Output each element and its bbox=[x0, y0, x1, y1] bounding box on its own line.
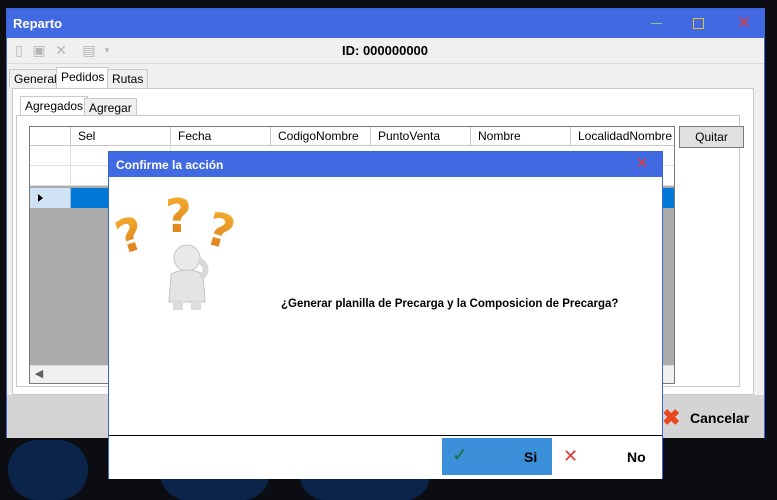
scroll-left-arrow-icon[interactable]: ◀ bbox=[32, 368, 46, 380]
check-icon: ✓ bbox=[452, 445, 468, 466]
toolbar: ▯ ▣ ✕ ▤ ▾ ID: 000000000 bbox=[7, 38, 764, 64]
column-header-codigonombre[interactable]: CodigoNombre bbox=[271, 127, 371, 146]
edit-document-icon[interactable]: ▣ bbox=[31, 42, 47, 58]
print-icon[interactable]: ▤ bbox=[81, 42, 97, 58]
cancelar-label: Cancelar bbox=[690, 410, 750, 426]
dialog-message: ¿Generar planilla de Precarga y la Compo… bbox=[281, 298, 619, 310]
dialog-title: Confirme la acción bbox=[116, 158, 224, 172]
yes-label: Si bbox=[524, 449, 538, 465]
no-button[interactable]: ✕ No bbox=[560, 438, 650, 475]
column-header-fecha[interactable]: Fecha bbox=[171, 127, 271, 146]
tab-label: General bbox=[14, 72, 57, 86]
window-title: Reparto bbox=[13, 16, 63, 31]
row-header[interactable] bbox=[30, 166, 71, 186]
tab-pedidos[interactable]: Pedidos bbox=[56, 67, 110, 88]
yes-button[interactable]: ✓ Si bbox=[442, 438, 552, 475]
cross-icon: ✕ bbox=[563, 446, 579, 466]
cancel-x-icon: ✖ bbox=[662, 405, 681, 430]
grid-header: Sel Fecha CodigoNombre PuntoVenta Nombre… bbox=[30, 127, 674, 146]
maximize-button[interactable] bbox=[688, 13, 708, 33]
tab-rutas[interactable]: Rutas bbox=[107, 69, 149, 88]
dialog-titlebar: Confirme la acción ✕ bbox=[109, 152, 662, 177]
record-id-label: ID: 000000000 bbox=[342, 43, 429, 58]
confirm-dialog: Confirme la acción ✕ ? ? ? ¿Generar plan… bbox=[108, 151, 663, 479]
svg-text:?: ? bbox=[200, 201, 241, 260]
delete-icon[interactable]: ✕ bbox=[53, 42, 69, 58]
column-header-puntoventa[interactable]: PuntoVenta bbox=[371, 127, 471, 146]
column-header-sel[interactable]: Sel bbox=[71, 127, 171, 146]
dialog-close-button[interactable]: ✕ bbox=[633, 155, 651, 173]
quitar-button[interactable]: Quitar bbox=[679, 126, 744, 148]
question-person-icon: ? ? ? bbox=[115, 189, 241, 310]
cancelar-button[interactable]: ✖ Cancelar bbox=[662, 405, 762, 433]
minimize-button[interactable] bbox=[647, 13, 667, 33]
dropdown-arrow-icon[interactable]: ▾ bbox=[99, 42, 115, 58]
subtab-label: Agregados bbox=[25, 99, 84, 113]
window-titlebar: Reparto ✕ bbox=[7, 9, 764, 38]
dialog-footer: ✓ Si ✕ No bbox=[109, 435, 662, 479]
row-header[interactable] bbox=[30, 146, 71, 166]
tab-label: Pedidos bbox=[61, 70, 105, 84]
no-label: No bbox=[627, 449, 646, 465]
subtab-agregados[interactable]: Agregados bbox=[20, 96, 89, 117]
new-document-icon[interactable]: ▯ bbox=[11, 42, 27, 58]
column-header-nombre[interactable]: Nombre bbox=[471, 127, 571, 146]
background-shape bbox=[8, 440, 88, 500]
svg-text:?: ? bbox=[165, 189, 192, 243]
svg-text:?: ? bbox=[115, 205, 151, 265]
row-pointer-icon[interactable] bbox=[30, 188, 71, 208]
close-button[interactable]: ✕ bbox=[734, 13, 754, 33]
column-header-localidadnombre[interactable]: LocalidadNombre bbox=[571, 127, 674, 146]
subtab-label: Agregar bbox=[89, 101, 132, 115]
tab-general[interactable]: General bbox=[9, 69, 62, 88]
tab-label: Rutas bbox=[112, 72, 144, 86]
grid-corner-header bbox=[30, 127, 71, 146]
